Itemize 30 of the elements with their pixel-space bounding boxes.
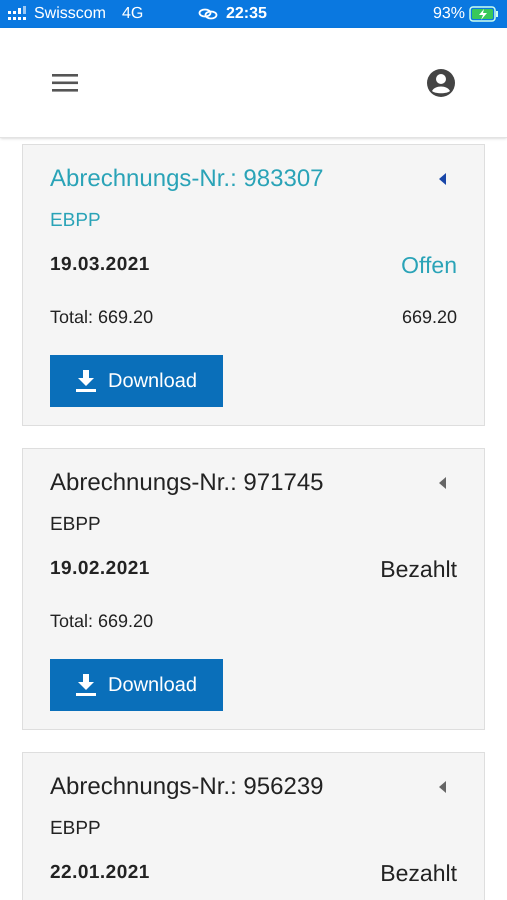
invoice-date: 19.03.2021 [50, 252, 150, 276]
download-icon [76, 674, 96, 696]
status-label: Offen [401, 250, 457, 280]
caret-icon[interactable] [439, 173, 447, 185]
caret-icon[interactable] [439, 477, 447, 489]
total-amount: Total: 669.20 [50, 610, 154, 633]
carrier-name: Swisscom [34, 4, 106, 24]
link-icon [198, 8, 218, 20]
invoice-number[interactable]: Abrechnungs-Nr.: 971745 [50, 465, 324, 501]
download-button[interactable]: Download [50, 659, 223, 711]
menu-icon[interactable] [52, 74, 78, 92]
caret-icon[interactable] [439, 781, 447, 793]
status-label: Bezahlt [380, 858, 457, 888]
invoice-type: EBPP [50, 514, 101, 535]
battery-percent: 93% [432, 4, 465, 24]
invoice-type: EBPP [50, 818, 101, 839]
network-type: 4G [122, 4, 144, 24]
status-label: Bezahlt [380, 554, 457, 584]
invoice-number[interactable]: Abrechnungs-Nr.: 983307 [50, 161, 324, 197]
invoice-type: EBPP [50, 210, 101, 231]
total-amount: Total: 669.20 [50, 306, 154, 329]
open-amount: 669.20 [402, 306, 457, 329]
invoice-date: 19.02.2021 [50, 556, 150, 580]
download-button[interactable]: Download [50, 355, 223, 407]
battery-icon [469, 6, 499, 22]
account-icon[interactable] [427, 68, 455, 96]
invoice-date: 22.01.2021 [50, 860, 150, 884]
invoice-number[interactable]: Abrechnungs-Nr.: 956239 [50, 769, 324, 805]
clock-time: 22:35 [226, 4, 267, 24]
download-icon [76, 370, 96, 392]
